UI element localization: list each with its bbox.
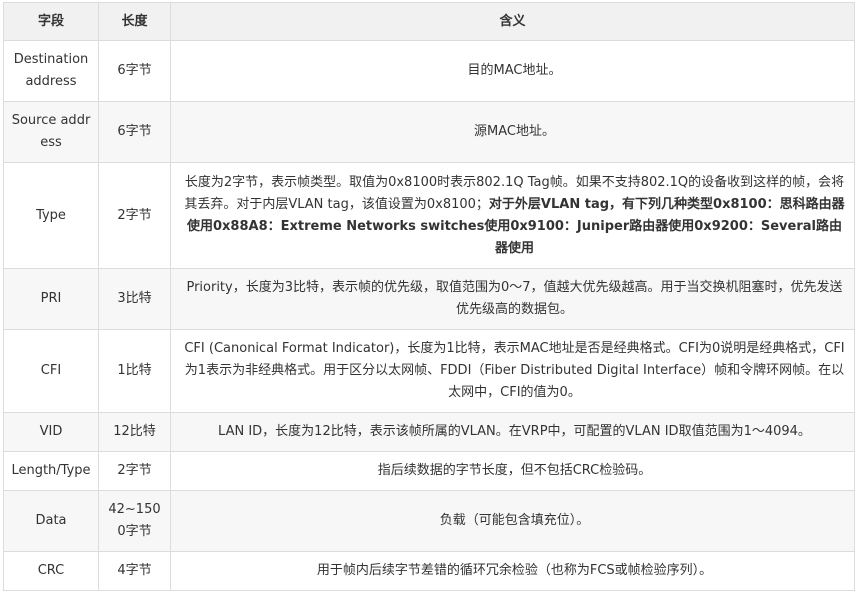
length-cell: 12比特 bbox=[98, 412, 171, 452]
length-cell: 2字节 bbox=[98, 162, 171, 269]
length-cell: 3比特 bbox=[98, 268, 171, 330]
table-row: CRC 4字节 用于帧内后续字节差错的循环冗余检验（也称为FCS或帧检验序列）。 bbox=[3, 551, 855, 591]
field-cell: CRC bbox=[3, 551, 99, 591]
meaning-cell: 用于帧内后续字节差错的循环冗余检验（也称为FCS或帧检验序列）。 bbox=[170, 551, 855, 591]
field-cell: Type bbox=[3, 162, 99, 269]
field-cell: CFI bbox=[3, 329, 99, 413]
table-row: Type 2字节 长度为2字节，表示帧类型。取值为0x8100时表示802.1Q… bbox=[3, 162, 855, 269]
length-cell: 2字节 bbox=[98, 451, 171, 491]
field-cell: VID bbox=[3, 412, 99, 452]
header-field: 字段 bbox=[3, 2, 99, 41]
field-cell: Data bbox=[3, 490, 99, 552]
meaning-cell: CFI (Canonical Format Indicator)，长度为1比特，… bbox=[170, 329, 855, 413]
meaning-cell: 长度为2字节，表示帧类型。取值为0x8100时表示802.1Q Tag帧。如果不… bbox=[170, 162, 855, 269]
header-length: 长度 bbox=[98, 2, 171, 41]
meaning-cell: 负载（可能包含填充位）。 bbox=[170, 490, 855, 552]
meaning-cell: LAN ID，长度为12比特，表示该帧所属的VLAN。在VRP中，可配置的VLA… bbox=[170, 412, 855, 452]
meaning-cell: Priority，长度为3比特，表示帧的优先级，取值范围为0～7，值越大优先级越… bbox=[170, 268, 855, 330]
meaning-cell: 指后续数据的字节长度，但不包括CRC检验码。 bbox=[170, 451, 855, 491]
table-row: Length/Type 2字节 指后续数据的字节长度，但不包括CRC检验码。 bbox=[3, 451, 855, 491]
field-cell: Source address bbox=[3, 101, 99, 163]
meaning-cell: 目的MAC地址。 bbox=[170, 40, 855, 102]
table-row: PRI 3比特 Priority，长度为3比特，表示帧的优先级，取值范围为0～7… bbox=[3, 268, 855, 330]
table-row: Destination address 6字节 目的MAC地址。 bbox=[3, 40, 855, 102]
table-row: VID 12比特 LAN ID，长度为12比特，表示该帧所属的VLAN。在VRP… bbox=[3, 412, 855, 452]
table-header-row: 字段 长度 含义 bbox=[3, 2, 855, 41]
table-row: Source address 6字节 源MAC地址。 bbox=[3, 101, 855, 163]
length-cell: 1比特 bbox=[98, 329, 171, 413]
field-cell: PRI bbox=[3, 268, 99, 330]
length-cell: 6字节 bbox=[98, 101, 171, 163]
vlan-frame-field-table: 字段 长度 含义 Destination address 6字节 目的MAC地址… bbox=[3, 2, 855, 591]
field-cell: Destination address bbox=[3, 40, 99, 102]
field-cell: Length/Type bbox=[3, 451, 99, 491]
meaning-cell: 源MAC地址。 bbox=[170, 101, 855, 163]
length-cell: 6字节 bbox=[98, 40, 171, 102]
length-cell: 42~1500字节 bbox=[98, 490, 171, 552]
header-meaning: 含义 bbox=[170, 2, 855, 41]
table-row: CFI 1比特 CFI (Canonical Format Indicator)… bbox=[3, 329, 855, 413]
table-row: Data 42~1500字节 负载（可能包含填充位）。 bbox=[3, 490, 855, 552]
length-cell: 4字节 bbox=[98, 551, 171, 591]
